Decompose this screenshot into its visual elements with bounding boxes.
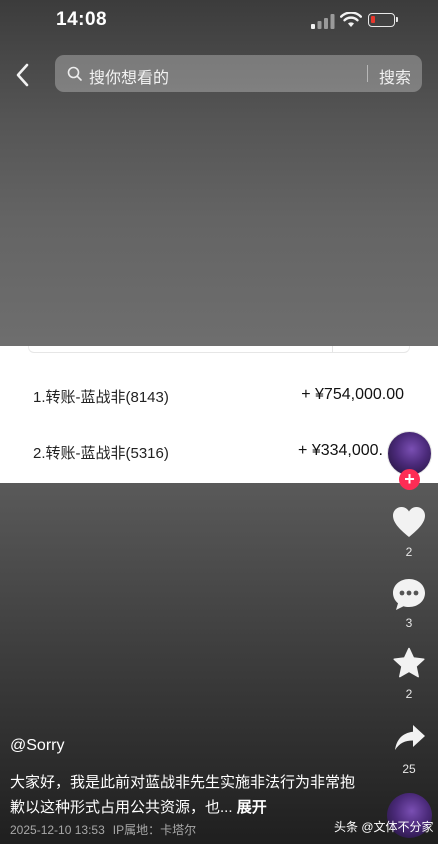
post-ip-location: IP属地：卡塔尔 bbox=[112, 823, 197, 837]
status-bar: 14:08 bbox=[0, 0, 438, 44]
transfer-row: 1.转账-蓝战非(8143) + ¥754,000.00 bbox=[33, 386, 413, 408]
back-arrow-icon[interactable] bbox=[12, 62, 36, 88]
transfer-amount: + ¥334,000. bbox=[298, 442, 383, 459]
transfer-amount: + ¥754,000.00 bbox=[301, 386, 404, 403]
transfer-row: 2.转账-蓝战非(5316) + ¥334,000. bbox=[33, 442, 413, 464]
like-count: 2 bbox=[405, 545, 413, 559]
transfer-record-panel: 1.转账-蓝战非(8143) + ¥754,000.00 2.转账-蓝战非(53… bbox=[0, 346, 438, 483]
search-icon bbox=[67, 66, 82, 81]
transfer-label: 1.转账-蓝战非(8143) bbox=[33, 389, 169, 406]
heart-icon[interactable] bbox=[391, 505, 427, 539]
follow-plus-button[interactable]: + bbox=[399, 469, 420, 490]
favorite-count: 2 bbox=[405, 687, 413, 701]
star-icon[interactable] bbox=[392, 647, 426, 680]
author-handle[interactable]: @Sorry bbox=[10, 737, 64, 755]
post-meta: 2025-12-10 13:53 IP属地：卡塔尔 bbox=[10, 821, 196, 838]
post-date: 2025-12-10 13:53 bbox=[10, 823, 105, 837]
battery-icon bbox=[368, 13, 398, 27]
watermark: 头条 @文体不分家 bbox=[334, 820, 434, 834]
wifi-icon bbox=[340, 12, 362, 27]
cellular-signal-icon bbox=[311, 14, 335, 29]
comment-icon[interactable] bbox=[391, 577, 427, 613]
search-bar[interactable]: 搜你想看的 搜索 bbox=[55, 55, 422, 92]
post-text: 大家好，我是此前对蓝战非先生实施非法行为非常抱歉以这种形式占用公共资源，也... bbox=[10, 774, 356, 816]
search-input[interactable]: 搜你想看的 bbox=[89, 64, 169, 88]
post-description[interactable]: 大家好，我是此前对蓝战非先生实施非法行为非常抱歉以这种形式占用公共资源，也...… bbox=[10, 770, 360, 820]
panel-divider bbox=[332, 346, 333, 352]
panel-top-edge bbox=[28, 346, 410, 353]
search-button[interactable]: 搜索 bbox=[379, 64, 411, 88]
transfer-label: 2.转账-蓝战非(5316) bbox=[33, 445, 169, 462]
comment-count: 3 bbox=[405, 616, 413, 630]
share-count: 25 bbox=[402, 762, 416, 776]
share-arrow-icon[interactable] bbox=[393, 723, 427, 753]
expand-link[interactable]: 展开 bbox=[237, 799, 267, 816]
search-divider bbox=[367, 65, 368, 82]
status-time: 14:08 bbox=[56, 9, 108, 30]
